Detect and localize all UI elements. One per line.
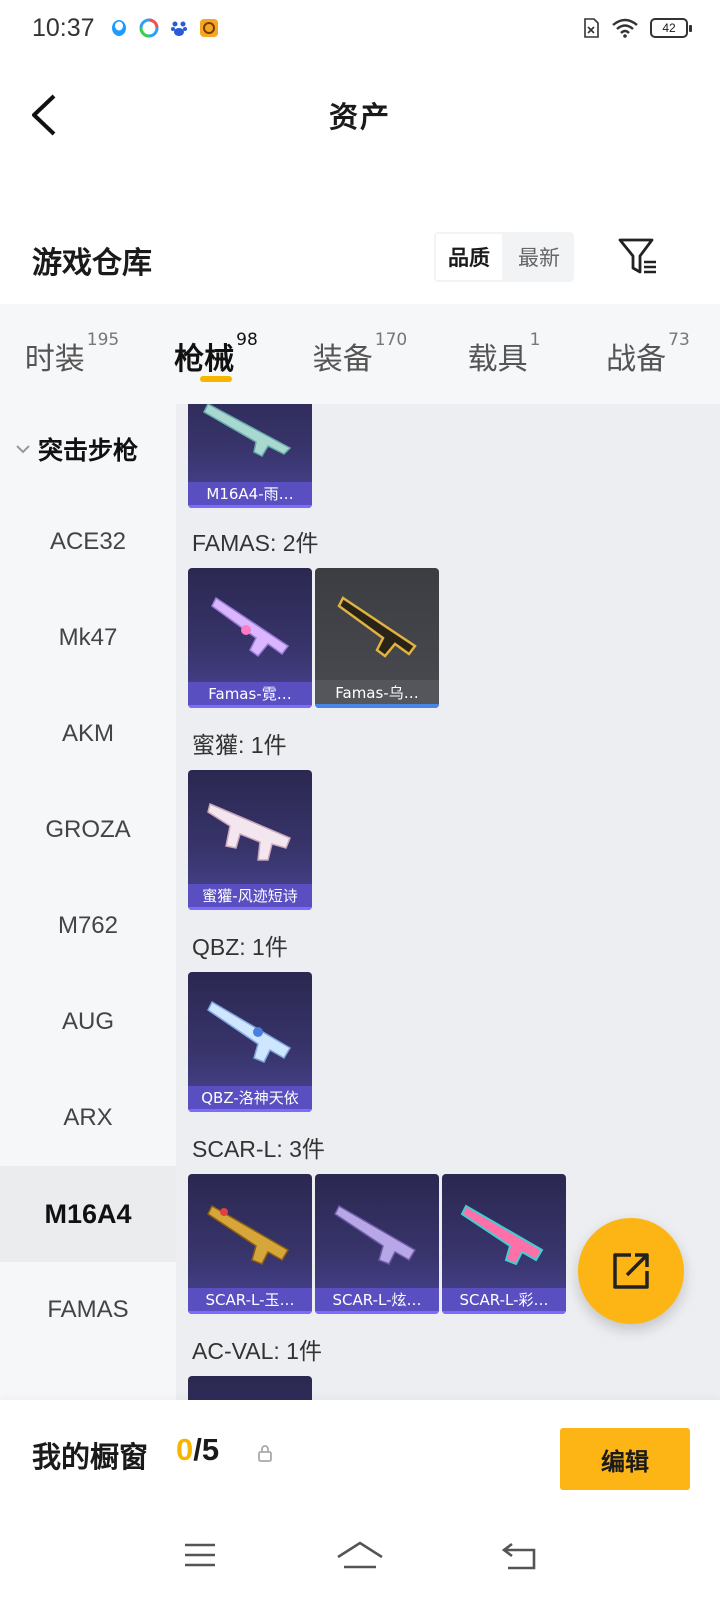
chevron-down-icon <box>16 445 30 454</box>
battery-icon: 42 <box>650 18 692 38</box>
group-title: 蜜獾: 1件 <box>192 732 287 758</box>
group-title: FAMAS: 2件 <box>192 530 319 556</box>
skin-card[interactable]: M16A4-雨… <box>188 404 312 508</box>
rifle-icon <box>334 1204 417 1265</box>
tab-fashion[interactable]: 时装 195 <box>0 304 144 404</box>
tab-label: 装备 <box>312 342 373 377</box>
sort-toggle: 品质 最新 <box>434 232 574 282</box>
rifle-icon <box>337 596 417 658</box>
rifle-icon <box>207 1000 292 1063</box>
group-title: SCAR-L: 3件 <box>192 1136 325 1162</box>
lock-icon <box>258 1445 272 1462</box>
sidebar-item-arx[interactable]: ARX <box>0 1070 176 1166</box>
sidebar-item-groza[interactable]: GROZA <box>0 782 176 878</box>
sort-latest-button[interactable]: 最新 <box>504 232 574 282</box>
tab-count: 1 <box>529 330 541 350</box>
sidebar-item-mk47[interactable]: Mk47 <box>0 590 176 686</box>
tab-label: 战备 <box>606 342 667 377</box>
status-right: 42 <box>582 18 692 38</box>
skin-name: Famas-乌… <box>315 680 439 708</box>
skin-name: QBZ-洛神天依 <box>188 1086 312 1112</box>
edit-button[interactable]: 编辑 <box>560 1428 690 1490</box>
system-nav-bar <box>0 1510 720 1600</box>
qq-icon <box>111 20 126 36</box>
skin-name: 蜜獾-风迹短诗 <box>188 884 312 910</box>
chevron-left-icon[interactable] <box>26 92 66 138</box>
sidebar-item-famas[interactable]: FAMAS <box>0 1262 176 1358</box>
filter-icon[interactable] <box>616 234 660 278</box>
showcase-current: 0 <box>176 1432 194 1467</box>
tab-count: 170 <box>374 330 408 350</box>
status-bar: 10:37 42 <box>0 0 720 56</box>
tab-count: 98 <box>236 330 258 350</box>
group-title: AC-VAL: 1件 <box>192 1338 322 1364</box>
rifle-icon <box>460 1204 544 1266</box>
back-icon[interactable] <box>490 1535 550 1575</box>
sidebar-item-ace32[interactable]: ACE32 <box>0 494 176 590</box>
tab-label: 载具 <box>467 342 528 377</box>
share-button[interactable] <box>578 1218 684 1324</box>
sidebar-group-label: 突击步枪 <box>38 436 139 465</box>
showcase-count: 0/5 <box>176 1432 219 1468</box>
section-title: 游戏仓库 <box>32 246 152 281</box>
tab-equipment[interactable]: 装备 170 <box>288 304 432 404</box>
sidebar-item-aug[interactable]: AUG <box>0 974 176 1070</box>
app-icon <box>199 19 218 37</box>
skin-card[interactable]: 蜜獾-风迹短诗 <box>188 770 312 910</box>
showcase-bar: 我的橱窗 0/5 编辑 <box>0 1400 720 1510</box>
baidu-icon <box>170 21 187 36</box>
notification-icons <box>109 18 219 38</box>
category-tabs: 时装 195 枪械 98 装备 170 载具 1 战备 73 <box>0 304 720 404</box>
browser-icon <box>139 18 159 38</box>
sort-quality-button[interactable]: 品质 <box>436 234 502 280</box>
menu-icon[interactable] <box>170 1535 230 1575</box>
skin-card[interactable]: Famas-乌… <box>315 568 439 708</box>
skin-card[interactable]: SCAR-L-玉… <box>188 1174 312 1314</box>
weapon-sidebar: 突击步枪 ACE32 Mk47 AKM GROZA M762 AUG ARX M… <box>0 404 176 1400</box>
app-header: 资产 <box>0 70 720 160</box>
tab-count: 195 <box>86 330 120 350</box>
group-title: QBZ: 1件 <box>192 934 288 960</box>
sidebar-item-m16a4[interactable]: M16A4 <box>0 1166 176 1262</box>
tab-label: 时装 <box>24 342 85 377</box>
tab-label: 枪械 <box>174 342 235 377</box>
home-icon[interactable] <box>330 1535 390 1575</box>
tab-supplies[interactable]: 战备 73 <box>576 304 720 404</box>
rifle-icon <box>203 404 292 457</box>
sidebar-item-akm[interactable]: AKM <box>0 686 176 782</box>
warehouse-header: 游戏仓库 品质 最新 <box>0 232 720 288</box>
skin-card[interactable]: SCAR-L-彩… <box>442 1174 566 1314</box>
skin-name: SCAR-L-炫… <box>315 1288 439 1314</box>
skin-card[interactable]: Famas-霓… <box>188 568 312 708</box>
skin-card[interactable] <box>188 1376 312 1400</box>
sidebar-item-m762[interactable]: M762 <box>0 878 176 974</box>
showcase-total: /5 <box>193 1432 220 1467</box>
skin-name: SCAR-L-玉… <box>188 1288 312 1314</box>
page-title: 资产 <box>328 100 391 134</box>
tab-vehicles[interactable]: 载具 1 <box>432 304 576 404</box>
sim-icon <box>584 18 599 38</box>
skin-name: SCAR-L-彩… <box>442 1288 566 1314</box>
rifle-icon <box>207 1204 290 1265</box>
tab-count: 73 <box>668 330 690 350</box>
showcase-label: 我的橱窗 <box>32 1440 149 1474</box>
wifi-icon <box>612 18 638 38</box>
skin-card[interactable]: QBZ-洛神天依 <box>188 972 312 1112</box>
skin-card[interactable]: SCAR-L-炫… <box>315 1174 439 1314</box>
skin-name: Famas-霓… <box>188 682 312 708</box>
share-out-icon <box>613 1253 649 1289</box>
tab-weapons[interactable]: 枪械 98 <box>144 304 288 404</box>
tab-active-indicator <box>200 376 232 382</box>
skin-name: M16A4-雨… <box>188 482 312 508</box>
sidebar-group-assault-rifles[interactable]: 突击步枪 <box>0 404 176 494</box>
rifle-icon <box>207 802 291 861</box>
status-time: 10:37 <box>32 13 95 42</box>
rifle-icon <box>211 596 290 658</box>
